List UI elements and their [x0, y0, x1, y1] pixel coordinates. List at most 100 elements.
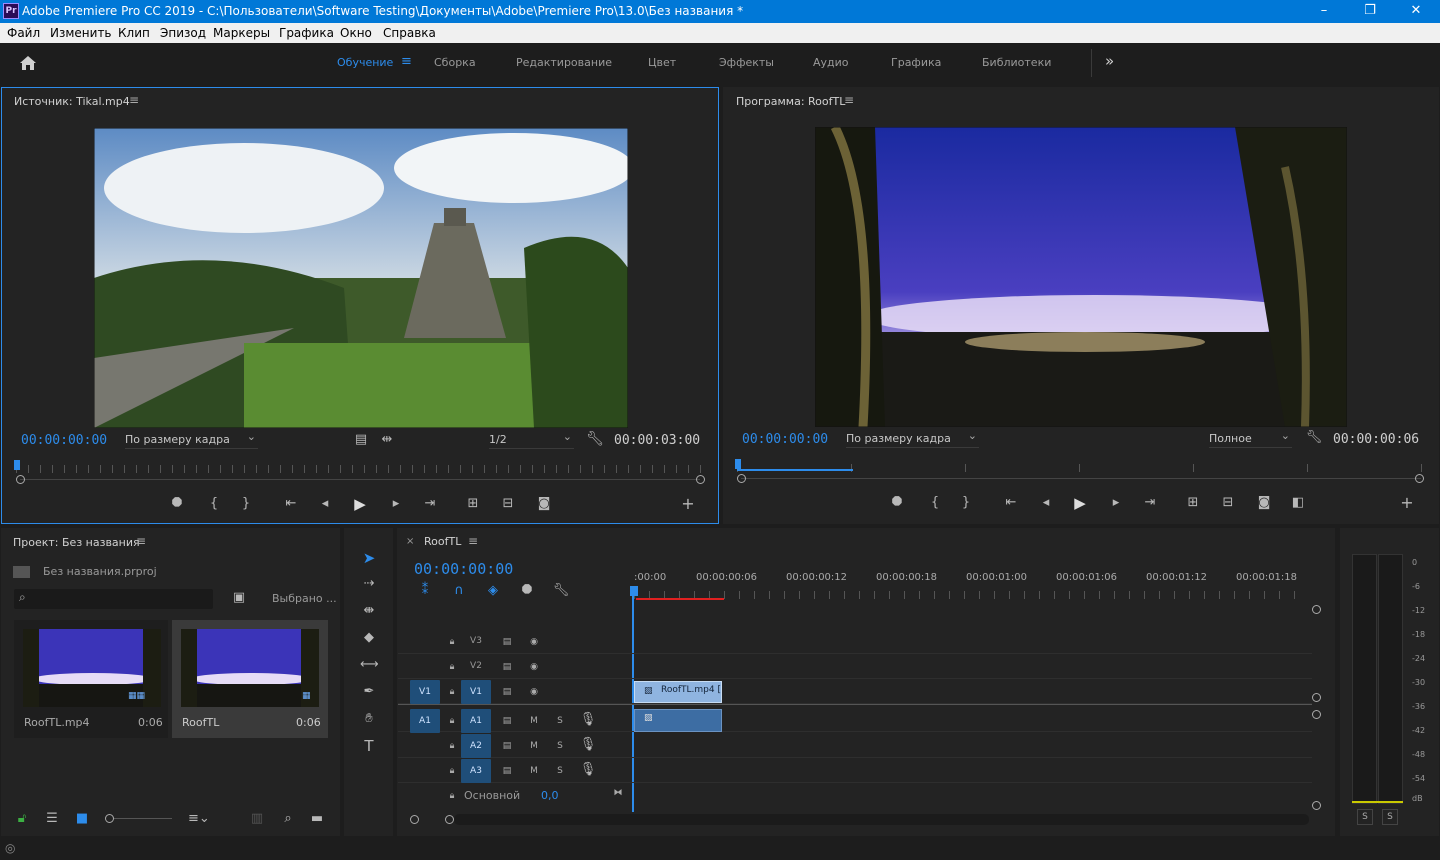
step-back-icon[interactable]: ◂	[1037, 495, 1055, 511]
track-label-v3[interactable]: V3	[462, 636, 490, 646]
zoom-handle-right[interactable]	[696, 475, 705, 484]
sync-lock-icon[interactable]: ▤	[498, 659, 516, 675]
voiceover-mic-icon[interactable]: 🎙︎	[579, 737, 597, 753]
source-fit-dropdown[interactable]: По размеру кадра	[125, 430, 258, 449]
home-icon[interactable]	[19, 55, 37, 71]
panel-menu-icon[interactable]: ≡	[129, 93, 139, 107]
snap-icon[interactable]: ∩	[450, 583, 468, 599]
source-resolution-dropdown[interactable]: 1/2	[489, 430, 574, 449]
source-patch-a1[interactable]: A1	[410, 709, 440, 733]
hand-icon[interactable]: ✋︎	[360, 711, 378, 727]
playhead-handle[interactable]	[630, 586, 638, 596]
workspace-editing[interactable]: Редактирование	[516, 56, 612, 69]
eye-icon[interactable]: ◉	[525, 684, 543, 700]
menu-help[interactable]: Справка	[383, 26, 436, 40]
add-button-icon[interactable]: +	[679, 496, 697, 512]
go-to-out-icon[interactable]: ⇥	[1141, 495, 1159, 511]
comparison-view-icon[interactable]: ◧	[1289, 495, 1307, 511]
mute-button[interactable]: M	[525, 738, 543, 754]
zoom-slider-handle[interactable]	[105, 814, 114, 823]
zoom-handle-left[interactable]	[16, 475, 25, 484]
sync-lock-icon[interactable]: ▤	[498, 684, 516, 700]
lock-icon[interactable]: 🔒︎	[443, 788, 461, 804]
solo-right-button[interactable]: S	[1382, 809, 1398, 825]
maximize-button[interactable]: ❐	[1347, 0, 1393, 23]
track-label-a1[interactable]: A1	[461, 709, 491, 733]
track-label-v1[interactable]: V1	[461, 680, 491, 704]
lift-icon[interactable]: ⊞	[1184, 495, 1202, 511]
program-fit-dropdown[interactable]: По размеру кадра	[846, 429, 979, 448]
settings-toggle-icon[interactable]: ▤	[352, 432, 370, 448]
ripple-edit-icon[interactable]: ⇼	[360, 603, 378, 619]
selection-tool-icon[interactable]: ➤	[360, 550, 378, 566]
overwrite-icon[interactable]: ⊟	[499, 496, 517, 512]
source-patch-v1[interactable]: V1	[410, 680, 440, 704]
step-forward-icon[interactable]: ▸	[387, 496, 405, 512]
lock-icon[interactable]: 🔒︎	[443, 634, 461, 650]
a-scroll-handle[interactable]	[1312, 801, 1321, 810]
slip-icon[interactable]: ⟷	[360, 657, 379, 673]
lock-icon[interactable]: 🔒︎	[443, 684, 461, 700]
master-volume-value[interactable]: 0,0	[541, 789, 559, 802]
step-back-icon[interactable]: ◂	[316, 496, 334, 512]
menu-markers[interactable]: Маркеры	[213, 26, 270, 40]
nest-icon[interactable]: ⁑	[416, 583, 434, 599]
sync-lock-icon[interactable]: ▤	[498, 763, 516, 779]
timeline-settings-icon[interactable]: 🔧︎	[552, 583, 570, 599]
workspace-graphics[interactable]: Графика	[891, 56, 941, 69]
more-workspaces-icon[interactable]: »	[1105, 52, 1114, 70]
program-quality-dropdown[interactable]: Полное	[1209, 429, 1292, 448]
menu-clip[interactable]: Клип	[118, 26, 150, 40]
search-input[interactable]	[14, 589, 213, 609]
mute-button[interactable]: M	[525, 713, 543, 729]
export-frame-icon[interactable]: ◙	[535, 496, 553, 512]
timeline-timecode[interactable]: 00:00:00:00	[414, 560, 513, 578]
sync-lock-icon[interactable]: ▤	[498, 738, 516, 754]
source-playhead[interactable]	[14, 460, 20, 470]
list-view-icon[interactable]: ☰	[43, 811, 61, 827]
lock-icon[interactable]: 🔒︎	[443, 763, 461, 779]
menu-graphics[interactable]: Графика	[279, 26, 334, 40]
sync-lock-icon[interactable]: ▤	[498, 634, 516, 650]
play-icon[interactable]: ▶	[1071, 495, 1089, 511]
play-icon[interactable]: ▶	[351, 496, 369, 512]
workspace-libraries[interactable]: Библиотеки	[982, 56, 1051, 69]
menu-file[interactable]: Файл	[7, 26, 40, 40]
razor-icon[interactable]: ◆	[360, 630, 378, 646]
mark-out-icon[interactable]: }	[237, 496, 255, 512]
workspace-color[interactable]: Цвет	[648, 56, 676, 69]
menu-window[interactable]: Окно	[340, 26, 372, 40]
solo-button[interactable]: S	[551, 763, 569, 779]
zoom-handle-left[interactable]	[737, 474, 746, 483]
add-marker-icon[interactable]: ⯃	[518, 583, 536, 599]
add-button-icon[interactable]: +	[1398, 495, 1416, 511]
step-forward-icon[interactable]: ▸	[1107, 495, 1125, 511]
horizontal-scrollbar[interactable]	[454, 814, 1309, 825]
program-playhead[interactable]	[735, 459, 741, 469]
lock-icon[interactable]: 🔒︎	[443, 738, 461, 754]
close-tab-icon[interactable]: ×	[406, 536, 414, 547]
minimize-button[interactable]: –	[1301, 0, 1347, 23]
go-to-in-icon[interactable]: ⇤	[282, 496, 300, 512]
video-clip[interactable]: ▧ RoofTL.mp4 [	[634, 681, 722, 703]
timeline-ruler[interactable]	[634, 591, 1306, 599]
workspace-assembly[interactable]: Сборка	[434, 56, 476, 69]
v-scroll-handle[interactable]	[1312, 693, 1321, 702]
program-zoom-bar[interactable]	[741, 478, 1421, 479]
panel-menu-icon[interactable]: ≡	[468, 534, 478, 548]
lock-icon[interactable]: 🔒︎	[443, 659, 461, 675]
go-to-in-icon[interactable]: ⇤	[1002, 495, 1020, 511]
solo-button[interactable]: S	[551, 713, 569, 729]
workspace-menu-icon[interactable]: ≡	[401, 54, 412, 69]
lock-icon[interactable]: 🔓︎	[13, 811, 31, 827]
track-label-a3[interactable]: A3	[461, 759, 491, 783]
wrench-icon[interactable]: 🔧︎	[586, 431, 604, 447]
find-icon[interactable]: ▣	[230, 590, 248, 606]
track-label-a2[interactable]: A2	[461, 734, 491, 758]
voiceover-mic-icon[interactable]: 🎙︎	[579, 762, 597, 778]
voiceover-mic-icon[interactable]: 🎙︎	[579, 712, 597, 728]
find-icon[interactable]: ⌕	[279, 811, 297, 827]
mark-in-icon[interactable]: {	[926, 495, 944, 511]
menu-sequence[interactable]: Эпизод	[160, 26, 206, 40]
source-timecode[interactable]: 00:00:00:00	[21, 433, 107, 448]
